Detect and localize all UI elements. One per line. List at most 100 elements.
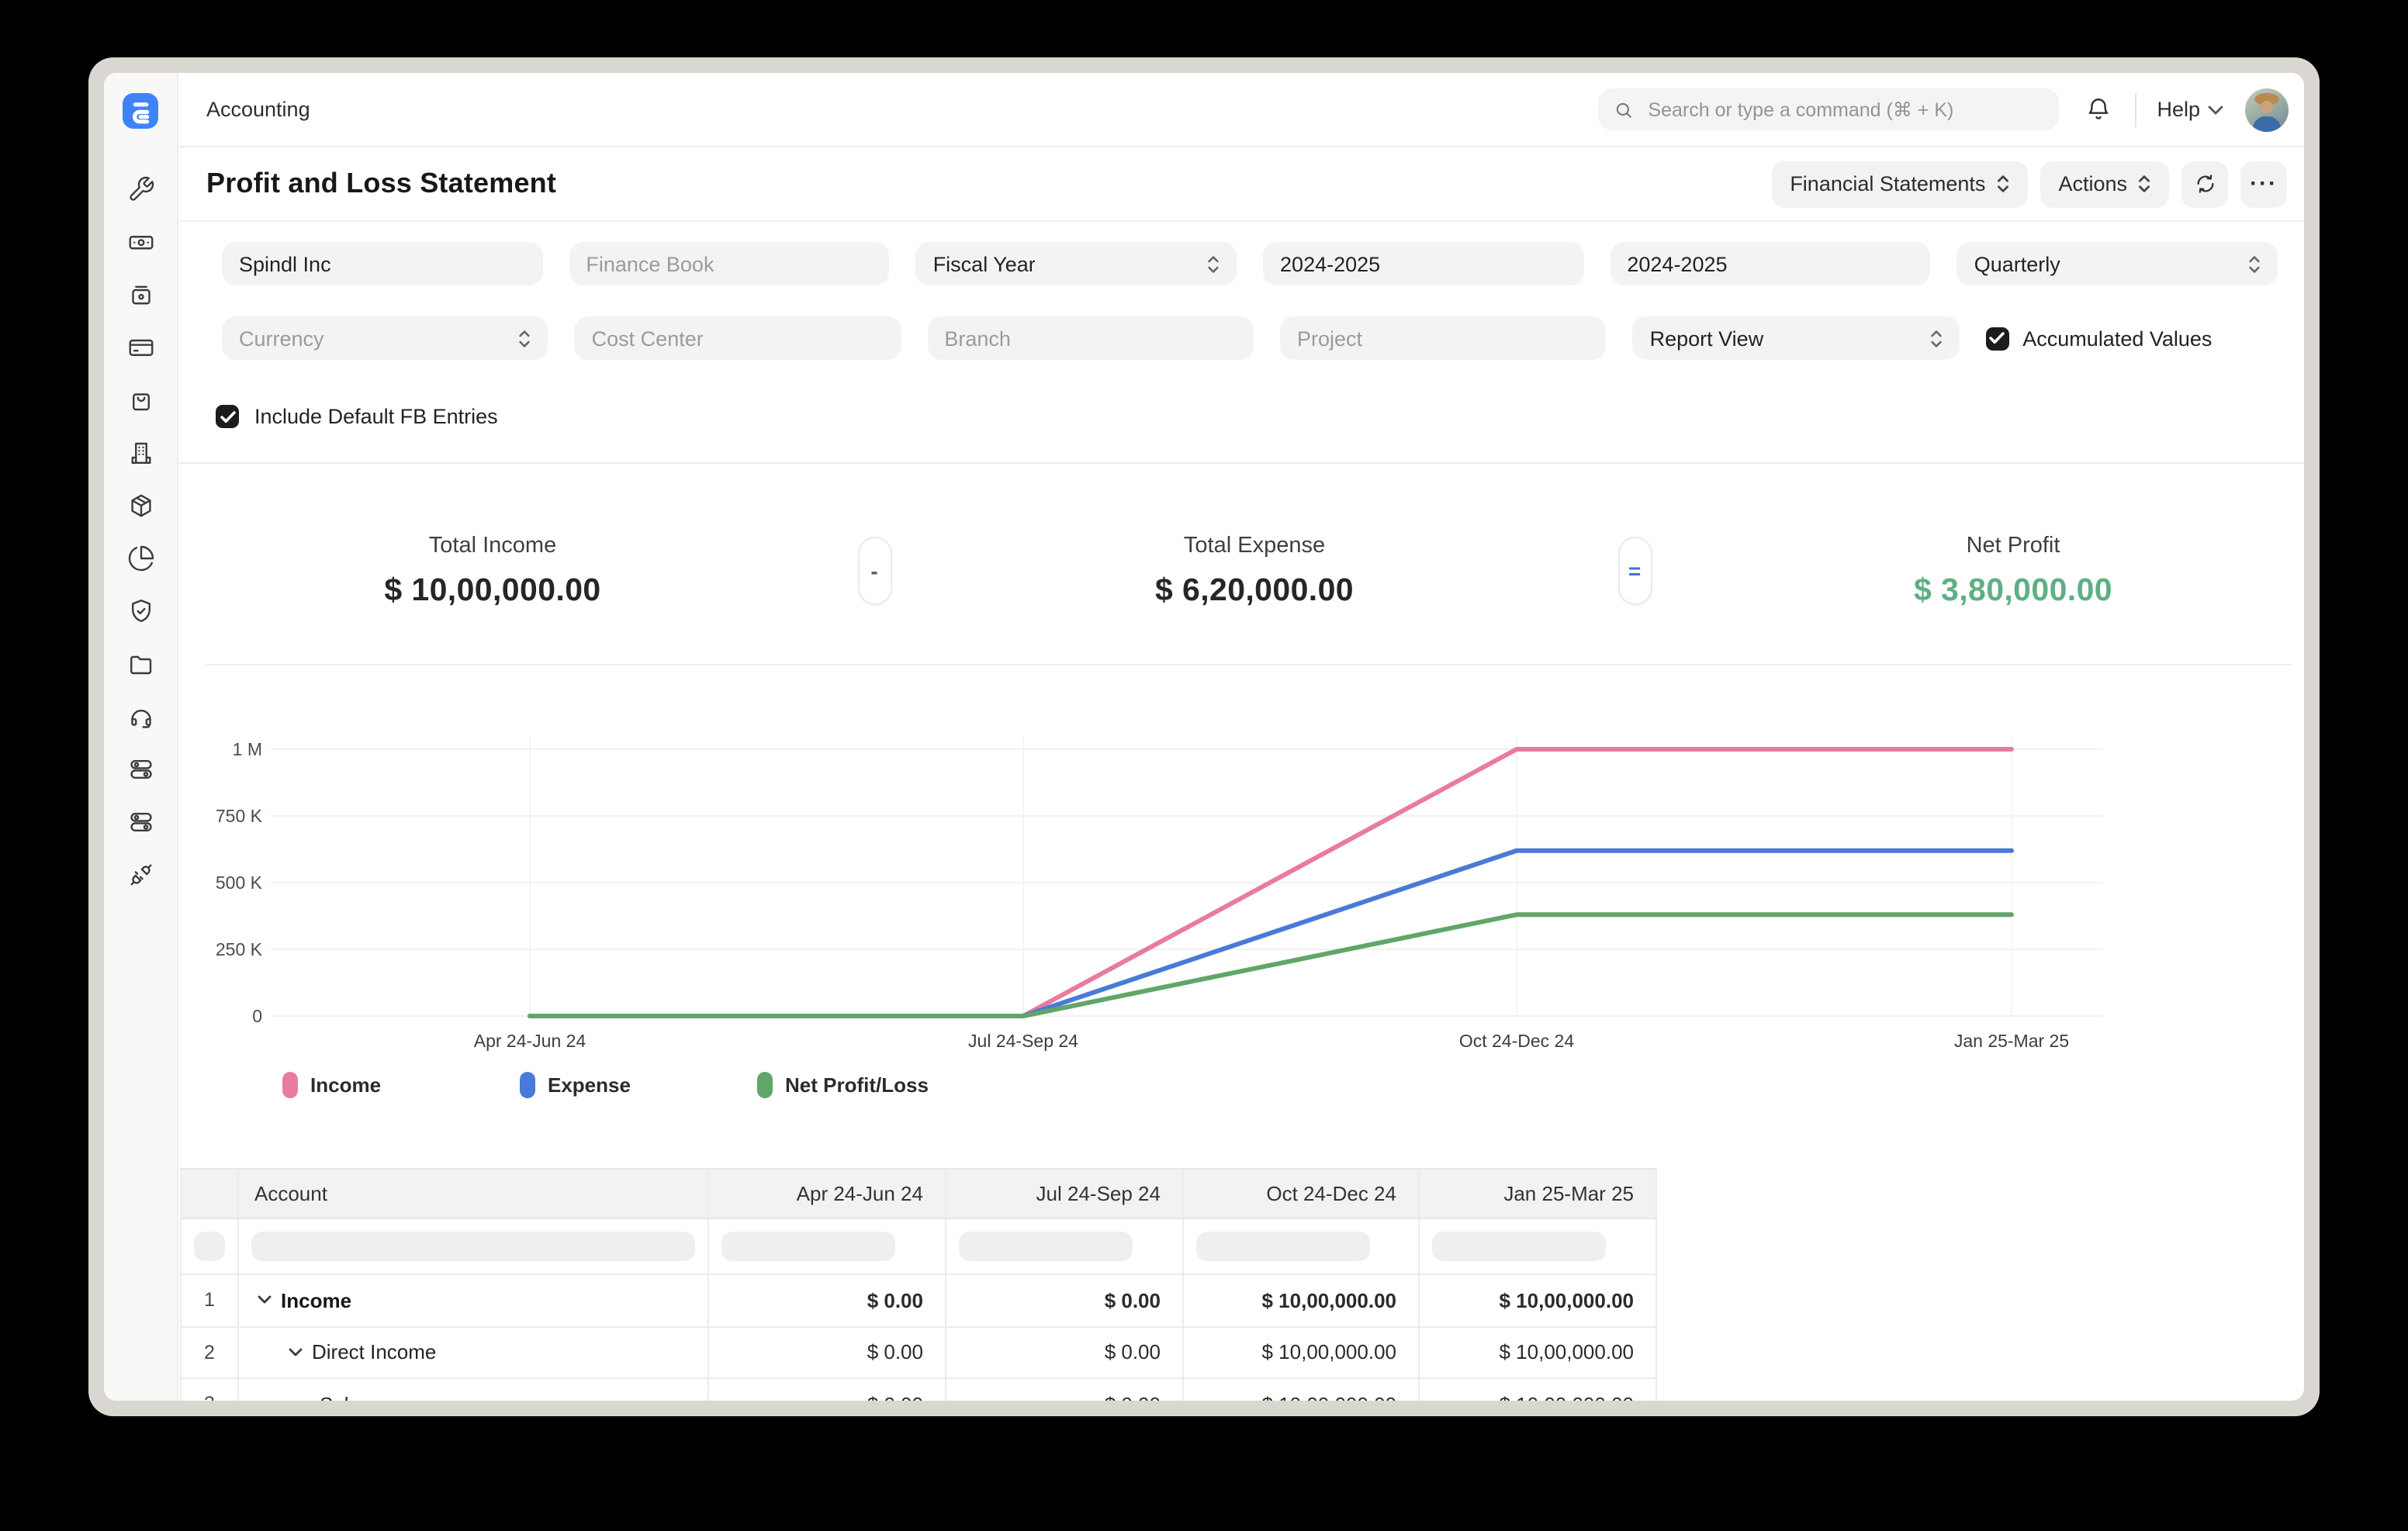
expand-chevron-icon[interactable] <box>289 1348 303 1357</box>
summary-section: Total Income$ 10,00,000.00-Total Expense… <box>178 464 2304 665</box>
include-default-fb-checkbox[interactable]: Include Default FB Entries <box>216 405 498 428</box>
search-input[interactable] <box>1645 97 2043 122</box>
column-header-period[interactable]: Oct 24-Dec 24 <box>1184 1170 1420 1218</box>
account-cell[interactable]: Income <box>239 1275 709 1325</box>
column-filter-input[interactable] <box>709 1219 946 1274</box>
app-header: Accounting Help <box>178 73 2304 147</box>
expand-chevron-icon[interactable] <box>258 1296 272 1305</box>
filter-label: Branch <box>944 327 1011 350</box>
table-row: 3Sales$ 0.00$ 0.00$ 10,00,000.00$ 10,00,… <box>180 1379 1657 1401</box>
filter-company-input[interactable]: Spindl Inc <box>222 242 542 285</box>
user-avatar[interactable] <box>2245 88 2289 131</box>
filter-end-year-input[interactable]: 2024-2025 <box>1610 242 1930 285</box>
accumulated-values-checkbox[interactable]: Accumulated Values <box>1985 316 2278 360</box>
help-menu[interactable]: Help <box>2157 98 2223 121</box>
value-cell: $ 10,00,000.00 <box>1184 1379 1420 1401</box>
folder-icon[interactable] <box>126 650 154 678</box>
row-number: 1 <box>180 1275 239 1325</box>
legend-label: Net Profit/Loss <box>785 1073 929 1097</box>
y-axis-tick-label: 250 K <box>216 939 263 959</box>
pie-chart-icon[interactable] <box>126 544 154 572</box>
filter-cost-center-input[interactable]: Cost Center <box>575 316 901 360</box>
plug-icon[interactable] <box>126 861 154 889</box>
include-default-fb-label: Include Default FB Entries <box>254 405 498 428</box>
filter-label: Project <box>1297 327 1362 350</box>
column-header-period[interactable]: Jan 25-Mar 25 <box>1420 1170 1657 1218</box>
value-cell: $ 0.00 <box>946 1379 1184 1401</box>
banknote-icon[interactable] <box>126 228 154 256</box>
stat-label: Net Profit <box>1914 534 2112 558</box>
toggles-icon-2[interactable] <box>126 808 154 836</box>
filter-currency-select[interactable]: Currency <box>222 316 548 360</box>
refresh-icon <box>2193 172 2216 195</box>
filter-finance-book-input[interactable]: Finance Book <box>569 242 889 285</box>
report-title-bar: Profit and Loss Statement Financial Stat… <box>178 147 2304 222</box>
filter-start-year-input[interactable]: 2024-2025 <box>1263 242 1583 285</box>
refresh-button[interactable] <box>2181 161 2228 207</box>
filter-label: Fiscal Year <box>933 252 1036 275</box>
filter-periodicity-select[interactable]: Quarterly <box>1957 242 2278 285</box>
shield-check-icon[interactable] <box>126 597 154 625</box>
cash-register-icon[interactable] <box>126 281 154 309</box>
legend-swatch <box>282 1072 298 1098</box>
table-header-row: AccountApr 24-Jun 24Jul 24-Sep 24Oct 24-… <box>180 1170 1657 1219</box>
desktop-background: Accounting Help <box>0 0 2408 1531</box>
checkbox-checked-icon[interactable] <box>1985 327 2008 350</box>
filter-period-basis-select[interactable]: Fiscal Year <box>916 242 1237 285</box>
column-filter-input[interactable] <box>1184 1219 1420 1274</box>
erpnext-logo-icon[interactable] <box>123 93 158 129</box>
shopping-bag-icon[interactable] <box>126 386 154 414</box>
summary-stat-total-income: Total Income$ 10,00,000.00 <box>384 534 600 610</box>
account-cell[interactable]: Direct Income <box>239 1327 709 1377</box>
legend-item-net-profit-loss: Net Profit/Loss <box>757 1072 929 1098</box>
filter-label: Currency <box>239 327 324 350</box>
account-filter-input[interactable] <box>239 1219 709 1274</box>
toggles-icon[interactable] <box>126 755 154 783</box>
page-title: Profit and Loss Statement <box>206 168 556 200</box>
column-filter-input[interactable] <box>946 1219 1184 1274</box>
accumulated-values-label: Accumulated Values <box>2022 327 2212 350</box>
filter-project-input[interactable]: Project <box>1280 316 1607 360</box>
x-axis-tick-label: Apr 24-Jun 24 <box>474 1031 586 1051</box>
summary-stat-total-expense: Total Expense$ 6,20,000.00 <box>1155 534 1354 610</box>
y-axis-tick-label: 500 K <box>216 873 263 893</box>
chevron-updown-icon <box>1996 174 2008 194</box>
stat-value: $ 3,80,000.00 <box>1914 572 2112 610</box>
value-cell: $ 0.00 <box>709 1275 946 1325</box>
chevron-updown-icon <box>519 328 531 348</box>
y-axis-tick-label: 750 K <box>216 806 263 826</box>
filter-cell[interactable] <box>180 1219 239 1274</box>
stat-label: Total Income <box>384 534 600 558</box>
column-header-account[interactable]: Account <box>239 1170 709 1218</box>
app-title: Accounting <box>206 98 310 121</box>
more-options-button[interactable]: ··· <box>2240 161 2287 207</box>
y-axis-tick-label: 1 M <box>233 739 262 759</box>
search-input-wrap[interactable] <box>1598 88 2059 130</box>
tools-icon[interactable] <box>126 175 154 203</box>
value-cell: $ 10,00,000.00 <box>1184 1275 1420 1325</box>
value-cell: $ 10,00,000.00 <box>1420 1327 1657 1377</box>
notification-bell-icon[interactable] <box>2085 96 2112 123</box>
help-label: Help <box>2157 98 2200 121</box>
package-icon[interactable] <box>126 492 154 520</box>
actions-dropdown[interactable]: Actions <box>2040 161 2169 207</box>
headset-icon[interactable] <box>126 703 154 731</box>
row-number: 3 <box>180 1379 239 1401</box>
credit-card-icon[interactable] <box>126 334 154 361</box>
filter-label: Finance Book <box>586 252 714 275</box>
filters-section: Spindl Inc Finance Book Fiscal Year 2024-20… <box>178 222 2304 464</box>
column-filter-input[interactable] <box>1420 1219 1657 1274</box>
value-cell: $ 0.00 <box>946 1327 1184 1377</box>
chevron-down-icon <box>2208 105 2223 114</box>
column-header-period[interactable]: Apr 24-Jun 24 <box>709 1170 946 1218</box>
checkbox-checked-icon[interactable] <box>216 405 239 428</box>
financial-statements-dropdown[interactable]: Financial Statements <box>1771 161 2027 207</box>
filter-report-view-select[interactable]: Report View <box>1633 316 1960 360</box>
filter-label: 2024-2025 <box>1280 252 1380 275</box>
summary-stat-net-profit: Net Profit $ 3,80,000.00 <box>1914 534 2112 610</box>
account-cell[interactable]: Sales <box>239 1379 709 1401</box>
building-icon[interactable] <box>126 439 154 467</box>
filter-branch-input[interactable]: Branch <box>927 316 1254 360</box>
column-header-period[interactable]: Jul 24-Sep 24 <box>946 1170 1184 1218</box>
table-row: 2Direct Income$ 0.00$ 0.00$ 10,00,000.00… <box>180 1327 1657 1379</box>
